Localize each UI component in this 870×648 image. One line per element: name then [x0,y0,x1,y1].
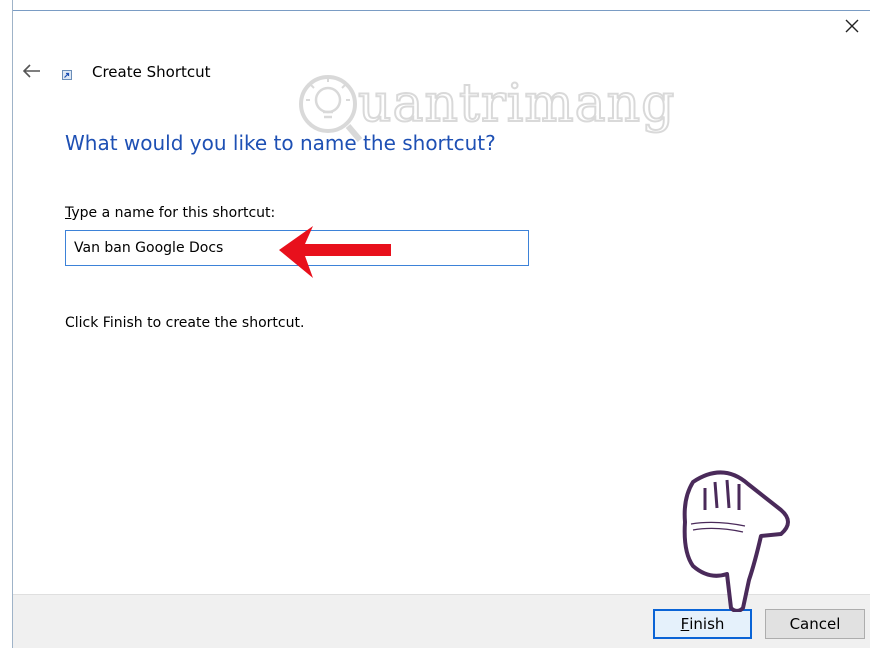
shortcut-app-icon [62,70,72,80]
create-shortcut-dialog: Create Shortcut uantrimang What would yo… [12,0,870,648]
finish-label-rest: inish [689,615,725,633]
pointing-hand-icon [682,470,790,612]
name-field-label: Type a name for this shortcut: [65,205,275,221]
cancel-button[interactable]: Cancel [765,609,865,639]
finish-access-key: F [680,615,690,633]
back-button[interactable] [19,58,45,84]
red-arrow-icon [279,226,391,278]
watermark-text: uantrimang [357,73,676,135]
field-label-rest: ype a name for this shortcut: [71,205,276,221]
instruction-text: Click Finish to create the shortcut. [65,315,305,331]
back-arrow-icon [23,64,40,78]
wizard-title: Create Shortcut [92,63,211,81]
page-heading: What would you like to name the shortcut… [65,131,496,155]
finish-button[interactable]: Finish [653,609,752,639]
close-button[interactable] [838,12,866,40]
window-top-border [13,10,870,11]
button-bar: Finish Cancel [13,594,870,648]
close-icon [845,19,859,33]
